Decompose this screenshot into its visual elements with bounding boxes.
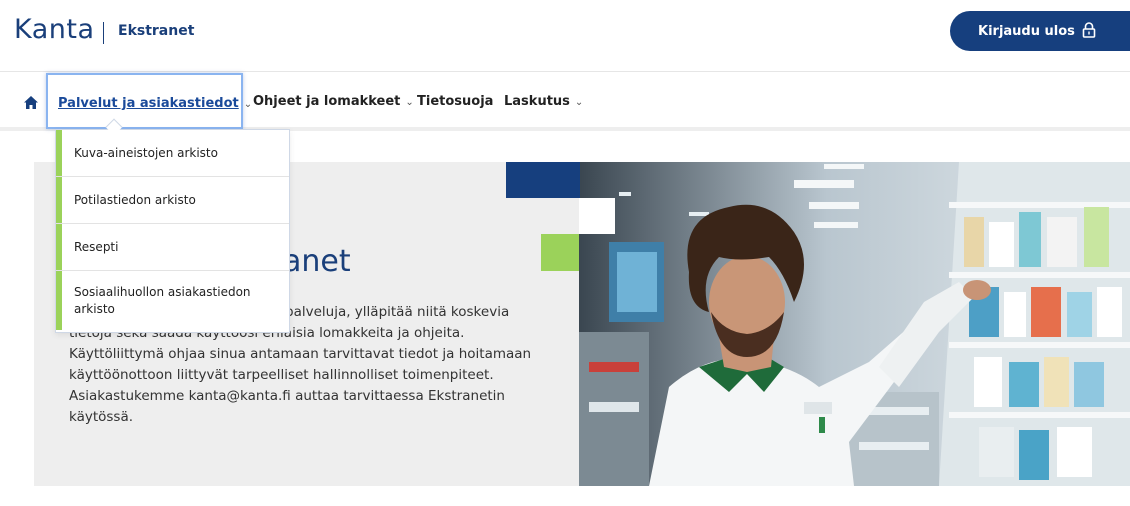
main-navigation: Palvelut ja asiakastiedot ⌄ Ohjeet ja lom… [0,73,1130,131]
hero-text-line: Asiakastukemme kanta@kanta.fi auttaa tar… [69,388,505,404]
ekstranet-label: Ekstranet [118,23,195,39]
hero-photo-pharmacist [579,162,1130,486]
nav-item-guides[interactable]: Ohjeet ja lomakkeet ⌄ [253,94,414,109]
nav-item-services[interactable]: Palvelut ja asiakastiedot ⌄ [58,96,252,111]
chevron-down-icon: ⌄ [574,97,584,108]
site-header: Kanta Ekstranet Kirjaudu ulos [0,0,1130,72]
services-dropdown-menu: Kuva-aineistojen arkisto Potilastiedon a… [55,129,290,333]
nav-item-privacy-label: Tietosuoja [417,94,494,109]
dropdown-item-social-archive[interactable]: Sosiaalihuollon asiakastiedon arkisto [56,271,289,330]
hero-text-line: käyttöönottoon liittyvät tarpeelliset ha… [69,367,494,383]
dropdown-item-image-archive[interactable]: Kuva-aineistojen arkisto [56,130,289,177]
nav-item-billing[interactable]: Laskutus ⌄ [504,94,583,109]
logout-button[interactable]: Kirjaudu ulos [950,11,1130,51]
dropdown-item-prescription[interactable]: Resepti [56,224,289,271]
hero-text-line: Käyttöliittymä ohjaa sinua antamaan tarv… [69,346,532,362]
nav-item-services-active[interactable]: Palvelut ja asiakastiedot ⌄ [46,73,252,129]
hero-text-line: käytössä. [69,409,134,425]
hero-title: anet [283,244,351,279]
logout-label: Kirjaudu ulos [978,23,1075,39]
dropdown-item-social-archive-label: Sosiaalihuollon asiakastiedon arkisto [74,284,251,316]
dropdown-item-patient-archive[interactable]: Potilastiedon arkisto [56,177,289,224]
nav-item-guides-label: Ohjeet ja lomakkeet [253,94,401,109]
nav-item-services-label: Palvelut ja asiakastiedot [58,96,239,111]
nav-item-billing-label: Laskutus [504,94,570,109]
lock-icon [1082,22,1096,38]
decor-white-square [579,198,615,234]
decor-blue-square [506,162,580,198]
decor-green-square [541,234,579,271]
logo-divider [103,22,104,44]
chevron-down-icon: ⌄ [405,97,414,108]
nav-item-privacy[interactable]: Tietosuoja [417,94,493,109]
home-icon[interactable] [24,96,38,109]
chevron-down-icon: ⌄ [243,99,253,110]
kanta-logo[interactable]: Kanta [14,14,95,45]
